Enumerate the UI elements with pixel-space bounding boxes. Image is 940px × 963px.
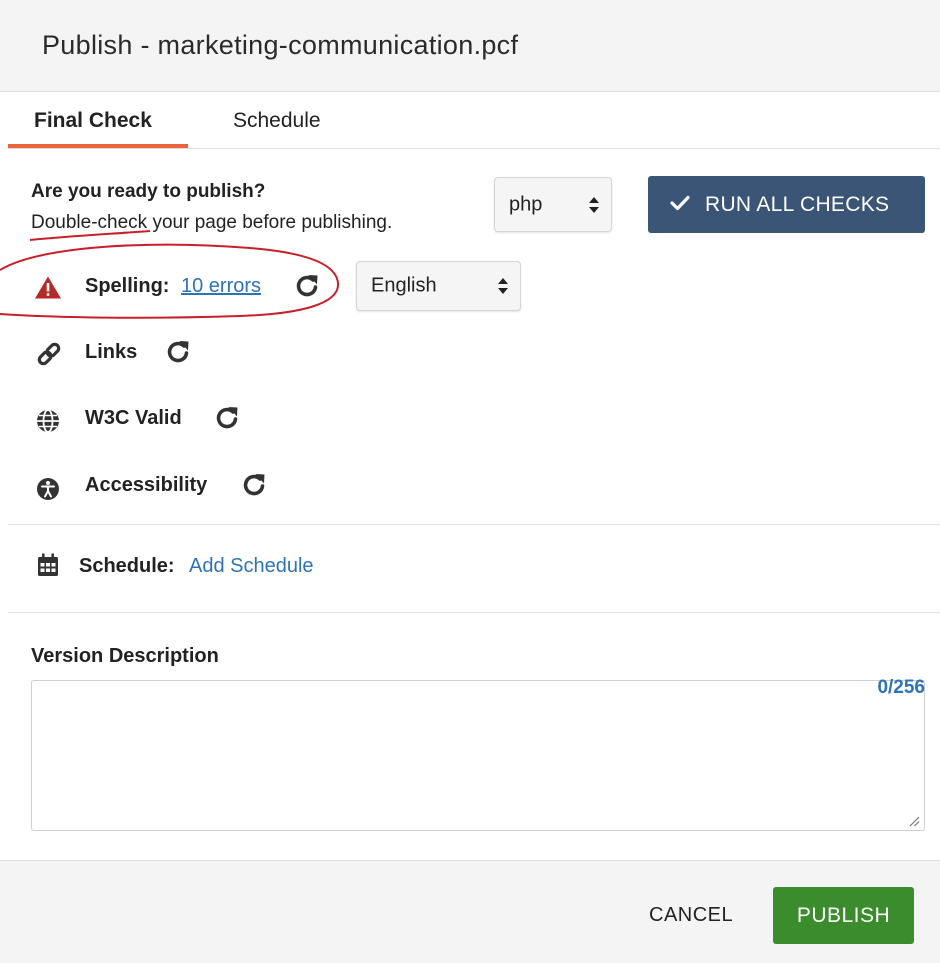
language-select-value: English: [371, 274, 437, 297]
w3c-refresh-icon[interactable]: [214, 405, 240, 431]
w3c-label: W3C Valid: [85, 407, 182, 429]
ready-question: Are you ready to publish?: [31, 181, 266, 202]
tabs-divider: [8, 148, 940, 149]
select-arrows-icon: [589, 196, 599, 213]
run-all-checks-button[interactable]: RUN ALL CHECKS: [648, 176, 925, 233]
publish-button-label: PUBLISH: [796, 904, 891, 927]
section-divider: [8, 612, 940, 613]
schedule-label: Schedule:: [79, 555, 175, 577]
cancel-button[interactable]: CANCEL: [649, 904, 733, 927]
check-icon: [670, 195, 690, 211]
warning-triangle-icon: [35, 276, 61, 299]
accessibility-refresh-icon[interactable]: [241, 472, 267, 498]
links-label: Links: [85, 341, 138, 363]
links-refresh-icon[interactable]: [165, 339, 191, 365]
version-description-label: Version Description: [31, 645, 219, 667]
ready-subtitle: Double-check your page before publishing…: [31, 212, 393, 233]
resize-handle-icon[interactable]: [909, 816, 920, 827]
dialog-title: Publish - marketing-communication.pcf: [42, 30, 519, 60]
tab-final-check[interactable]: Final Check: [34, 109, 152, 133]
extension-select[interactable]: php: [494, 177, 612, 232]
version-description-input[interactable]: [31, 680, 925, 831]
character-counter: 0/256: [877, 677, 925, 698]
calendar-icon: [38, 553, 58, 576]
language-select[interactable]: English: [356, 261, 521, 311]
spelling-label: Spelling:: [85, 275, 170, 297]
extension-select-value: php: [509, 193, 543, 215]
select-arrows-icon: [498, 278, 508, 294]
link-icon: [37, 342, 61, 366]
add-schedule-link[interactable]: Add Schedule: [189, 555, 314, 578]
publish-button[interactable]: PUBLISH: [773, 887, 914, 944]
dialog-header: Publish - marketing-communication.pcf: [0, 0, 940, 92]
spelling-errors-link[interactable]: 10 errors: [181, 275, 261, 298]
spelling-refresh-icon[interactable]: [294, 273, 320, 299]
accessibility-label: Accessibility: [85, 474, 208, 496]
tab-schedule[interactable]: Schedule: [233, 109, 321, 133]
accessibility-icon: [37, 478, 59, 500]
globe-icon: [37, 409, 59, 433]
run-all-checks-label: RUN ALL CHECKS: [705, 193, 890, 216]
section-divider: [8, 524, 940, 525]
